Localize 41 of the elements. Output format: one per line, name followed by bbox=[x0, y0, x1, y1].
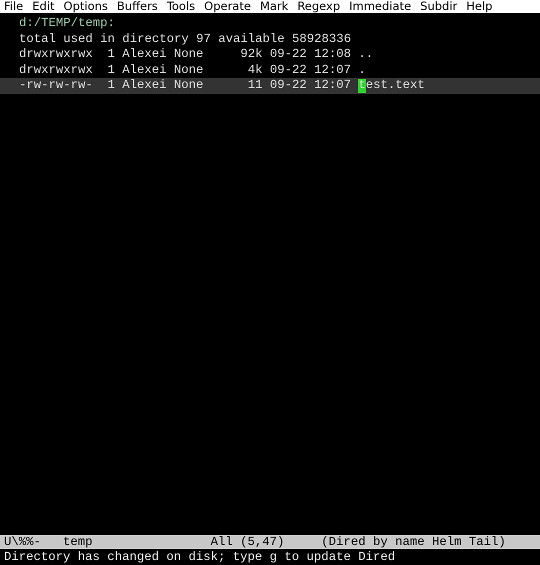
directory-header: d:/TEMP/temp: bbox=[19, 16, 115, 32]
major-mode: (Dired by name Helm Tail) bbox=[321, 535, 506, 549]
file-name[interactable]: .. bbox=[358, 47, 374, 63]
menu-item[interactable]: Immediate bbox=[345, 0, 416, 13]
menu-item[interactable]: Buffers bbox=[112, 0, 163, 13]
buffer-status: U\%%- bbox=[4, 535, 42, 549]
file-name[interactable]: . bbox=[358, 62, 366, 78]
file-group: None bbox=[166, 78, 204, 94]
menu-item[interactable]: Edit bbox=[28, 0, 60, 13]
menu-item[interactable]: Regexp bbox=[293, 0, 346, 13]
file-group: None bbox=[166, 62, 204, 78]
menu-item[interactable]: Subdir bbox=[416, 0, 462, 13]
file-time: 12:08 bbox=[313, 47, 351, 63]
file-owner: Alexei bbox=[121, 47, 167, 63]
buffer-name: temp bbox=[63, 535, 94, 549]
file-group: None bbox=[166, 47, 204, 63]
echo-message: Directory has changed on disk; type g to update Dired bbox=[3, 549, 396, 565]
menu-item[interactable]: Help bbox=[462, 0, 498, 13]
file-size: 92k bbox=[239, 47, 262, 63]
link-count: 1 bbox=[106, 78, 115, 94]
file-mode: drwxrwxrwx bbox=[19, 47, 93, 63]
directory-summary: total used in directory 97 available 58928336 bbox=[19, 32, 352, 48]
buffer-position: All (5,47) bbox=[210, 535, 286, 549]
file-time: 12:07 bbox=[313, 62, 351, 78]
menu-item[interactable]: Options bbox=[60, 0, 113, 13]
link-count: 1 bbox=[106, 62, 115, 78]
link-count: 1 bbox=[106, 47, 115, 63]
file-date: 09-22 bbox=[268, 62, 307, 78]
file-mode: -rw-rw-rw- bbox=[19, 78, 93, 94]
file-date: 09-22 bbox=[268, 78, 307, 94]
file-owner: Alexei bbox=[121, 78, 167, 94]
menu-item[interactable]: File bbox=[0, 0, 28, 13]
menu-item[interactable]: Mark bbox=[256, 0, 294, 13]
file-mode: drwxrwxrwx bbox=[19, 62, 93, 78]
file-size: 11 bbox=[246, 78, 262, 94]
file-time: 12:07 bbox=[313, 78, 351, 94]
file-size: 4k bbox=[246, 62, 262, 78]
file-owner: Alexei bbox=[121, 62, 167, 78]
menu-item[interactable]: Operate bbox=[200, 0, 256, 13]
menu-item[interactable]: Tools bbox=[162, 0, 200, 13]
file-date: 09-22 bbox=[268, 47, 307, 63]
